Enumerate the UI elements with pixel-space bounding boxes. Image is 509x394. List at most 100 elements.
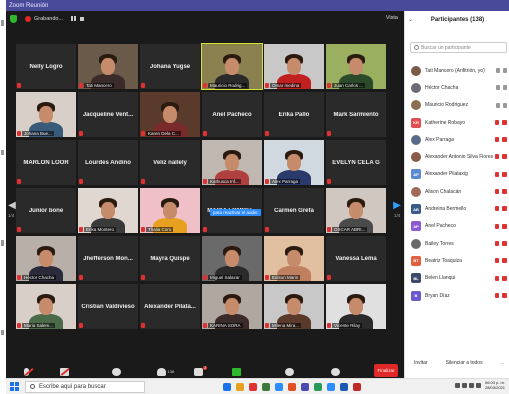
participant-label: Karen Dela C... [146,131,181,136]
participant-tile[interactable]: Mauricio Rodrig... [201,43,263,90]
participant-name: Erika Pallo [278,111,310,118]
view-button[interactable]: Vista [386,15,398,21]
participant-list-item[interactable]: Tati Mancero (Anfitrión, yo) [405,62,509,79]
person-face [287,250,301,267]
muted-mic-icon [141,179,145,184]
participant-tile[interactable]: KARINA SORA [202,284,262,329]
participant-tile[interactable]: Nelly Logro [16,44,76,89]
participant-tile[interactable]: Milena Mira... [264,284,324,329]
participant-tile[interactable]: Edison Marin [264,236,324,281]
participant-search-input[interactable] [421,44,501,51]
participant-list-item[interactable]: BL Belen Llanqui [405,270,509,287]
stop-recording-icon[interactable] [80,16,85,21]
status-icons [495,189,507,195]
participant-name: Cristian Valdivieso [81,303,135,310]
participant-tile[interactable]: Kathusca Inf... [202,140,262,185]
clock[interactable]: 06:03 p. m. 28/03/2021 [485,380,505,390]
video-status-icon [502,258,507,264]
participant-tile[interactable]: Jacqueline Vent... [78,92,138,137]
participant-list-item[interactable]: Mauricio Rodriguez [405,97,509,114]
participant-tile[interactable]: Thalia Coro [140,188,200,233]
language-icon[interactable] [475,382,481,388]
taskbar-app-icon[interactable] [288,382,296,391]
taskbar-app-icon[interactable] [301,382,309,391]
taskbar-app-icon[interactable] [223,382,231,391]
participant-tile[interactable]: MARLON LOOR [16,140,76,185]
participant-tile[interactable]: Erika Montero [78,188,138,233]
taskbar-app-icon[interactable] [314,382,322,391]
participant-list-item[interactable]: Bailey Torres [405,235,509,252]
participant-list-item[interactable]: BT Beatriz Toaquiza [405,252,509,269]
taskbar-app-icon[interactable] [353,382,361,391]
participant-tile[interactable]: EVELYN CELA G [326,140,386,185]
muted-mic-icon [203,131,207,136]
participant-tile[interactable]: Tati Mancero [78,44,138,89]
participant-list-item[interactable]: KR Katherine Robayo [405,114,509,131]
participant-tile[interactable]: Veliz nallely [140,140,200,185]
participant-list-item[interactable]: Alexander Antonio Silva Flores [405,148,509,165]
windows-taskbar: Escribe aquí para buscar 06:03 p. m. 28/… [6,378,509,394]
prev-page-arrow-icon[interactable]: ◀ [8,199,16,211]
participant-tile[interactable]: Maria Salem... [16,284,76,329]
participant-tile[interactable]: Miguel Salazar [202,236,262,281]
participant-tile[interactable]: Carmen Grefa [264,188,324,233]
page-indicator-right: 1/4 [394,213,401,218]
participant-tile[interactable]: Cristian Valdivieso [78,284,138,329]
taskbar-app-icon[interactable] [275,382,283,391]
muted-mic-icon [327,83,331,88]
participant-tile[interactable]: Mark Sarmiento [326,92,386,137]
participant-list-item[interactable]: Alison Chalacán [405,183,509,200]
participant-tile[interactable]: Erika Pallo [264,92,324,137]
participant-search[interactable] [410,42,507,53]
taskbar-app-icon[interactable] [236,382,244,391]
encryption-shield-icon[interactable] [10,14,17,23]
video-status-icon [502,137,507,143]
participant-tile[interactable]: Alexander Pilata... [140,284,200,329]
avatar [411,186,421,197]
participant-tile[interactable]: OSCAR ABRI... [326,188,386,233]
participant-list-item[interactable]: Héctor Chacha [405,79,509,96]
participant-list-item[interactable]: Alex Parraga [405,131,509,148]
participant-tile[interactable]: Omar medina [264,44,324,89]
status-icons [495,206,507,212]
meeting-area: Grabando... Vista ◀ 1/4 ▶ 1/4 Nelly Logr… [6,11,404,384]
taskbar-app-icon[interactable] [327,382,335,391]
mute-all-button[interactable]: Silenciar a todos [444,359,485,367]
participant-list-item[interactable]: AP Anel Pacheco [405,218,509,235]
collapse-chevron-icon[interactable]: ⌄ [408,16,413,23]
taskbar-app-icon[interactable] [249,382,257,391]
invite-button[interactable]: Invitar [412,359,430,367]
participant-tile[interactable]: Juan Carlos ... [326,44,386,89]
pause-recording-icon[interactable] [71,16,77,21]
participant-tile[interactable]: Anel Pacheco [202,92,262,137]
participant-list-item[interactable]: AB Andreina Bermello [405,200,509,217]
participant-tile[interactable]: Johana Yugse [140,44,200,89]
participant-tile[interactable]: Héctor Chacha [16,236,76,281]
participant-list-item[interactable]: B Bryan Díaz [405,287,509,304]
taskbar-search[interactable]: Escribe aquí para buscar [25,380,145,393]
participant-label: Alex Parraga [270,179,301,184]
participant-tile[interactable]: Vanessa Lema [326,236,386,281]
participant-tile[interactable]: Junior bone [16,188,76,233]
participant-tile[interactable]: Johana Bue... [16,92,76,137]
taskbar-search-placeholder: Escribe aquí para buscar [39,383,106,390]
participant-tile[interactable]: Alex Parraga [264,140,324,185]
participant-list-item[interactable]: AP Alexander Pilataxig [405,166,509,183]
taskbar-app-icon[interactable] [340,382,348,391]
muted-mic-icon [203,275,207,280]
windows-start-icon[interactable] [10,382,19,391]
network-icon[interactable] [461,382,467,388]
participant-tile[interactable]: Karen Dela C... [140,92,200,137]
volume-icon[interactable] [468,382,474,388]
taskbar-app-icon[interactable] [262,382,270,391]
person-face [349,298,363,315]
participant-tile[interactable]: Vicente Rilay [326,284,386,329]
next-page-arrow-icon[interactable]: ▶ [393,199,401,211]
end-meeting-button[interactable]: Finalizar [374,364,398,377]
more-options-button[interactable]: ... [500,360,504,366]
participant-label: Vicente Rilay [332,323,363,328]
participant-tile[interactable]: Lourdes Andino [78,140,138,185]
participant-tile[interactable]: Mayra Quispe [140,236,200,281]
chevron-up-icon[interactable] [454,382,460,388]
participant-tile[interactable]: Jhefferson Mon... [78,236,138,281]
